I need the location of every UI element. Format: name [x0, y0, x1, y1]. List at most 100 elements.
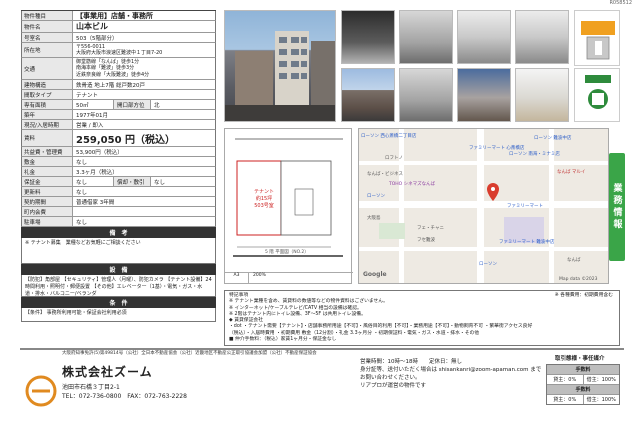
label-common: 共益費・管理費: [22, 147, 73, 156]
fee-row2-tenant: 借主：100%: [586, 397, 616, 403]
label-type: 物件種目: [22, 11, 73, 20]
value-common: 53,900円（税込）: [76, 149, 123, 156]
value-deposit: なし: [76, 159, 88, 166]
label-key: 礼金: [22, 167, 73, 176]
row-name: 物件名 山本ビル: [21, 21, 216, 33]
hours-block: 営業時間：10時～18時 定休日：無し 身分証等、送付いただく場合は shisa…: [360, 358, 541, 390]
label-room: 号室名: [22, 33, 73, 42]
remarks-right-note: ※ 各種費用：初期費用含む: [554, 293, 613, 298]
value-contract: 普通借家 3年間: [76, 199, 115, 206]
label-transit: 交通: [22, 58, 73, 79]
row-structure: 建物構造 鉄骨造 地上7階 総戸数20戸: [21, 80, 216, 90]
value-transit: 御堂筋線「なんば」徒歩1分 南海本線「難波」徒歩3分 近鉄奈良線「大阪難波」徒歩…: [76, 58, 150, 78]
cond-title: 条 件: [21, 297, 216, 308]
building-photo: [224, 10, 336, 122]
value-town: [73, 207, 215, 216]
value-window: 北: [154, 102, 160, 109]
company-address: 池田市石橋３丁目2-1: [62, 384, 120, 391]
map[interactable]: ローソン 西心斎橋二丁目店 ファミリーマート 心斎橋店 ローソン 難波中店 ロフ…: [358, 128, 609, 284]
map-label-6: ローソン: [367, 194, 385, 199]
value-key: 3.3ヶ月（税込）: [76, 169, 118, 176]
interior-photo: [515, 68, 569, 122]
row-key: 礼金 3.3ヶ月（税込）: [21, 167, 216, 177]
exterior-photo: [457, 68, 511, 122]
label-status: 現況/入居時期: [22, 120, 73, 129]
label-built: 築年: [22, 110, 73, 119]
row-type: 物件種目 【事業用】店舗・事務所: [21, 11, 216, 21]
value-name: 山本ビル: [76, 22, 108, 31]
hall-photo: [399, 68, 453, 122]
row-contract: 契約期間 普通借家 3年間: [21, 197, 216, 207]
floor-plan: テナント 約15坪 503号室 5 階 平面図（NO.2） A3 200%: [224, 128, 353, 284]
corridor-photo: [399, 10, 453, 64]
fee-row-1: 貸主：0% 借主：100%: [547, 375, 619, 385]
plan-tenant-label: テナント: [253, 189, 274, 195]
row-common: 共益費・管理費 53,900円（税込）: [21, 147, 216, 157]
row-address: 所在地 〒556-0011 大阪府大阪市浪速区難波中１丁目7-20: [21, 43, 216, 58]
entrance-photo: [341, 10, 395, 64]
plan-scale-percent: 200%: [253, 273, 266, 278]
value-parking: なし: [76, 219, 88, 226]
row-rent: 賃料 259,050 円（税込）: [21, 130, 216, 147]
row-town: 町内会費: [21, 207, 216, 217]
label-kickback: 償却・敷引: [113, 177, 151, 186]
company-logo-icon: [22, 372, 60, 410]
label-parking: 駐車場: [22, 217, 73, 226]
row-transit: 交通 御堂筋線「なんば」徒歩1分 南海本線「難波」徒歩3分 近鉄奈良線「大阪難波…: [21, 58, 216, 80]
hours-line-1: 営業時間：10時～18時 定休日：無し: [360, 359, 462, 365]
plan-tenant-unit: 503号室: [254, 203, 274, 209]
equip-text: 【防犯】角部屋 【セキュリティ】管理人（月曜）、防犯カメラ 【テナント設備】24…: [21, 275, 216, 297]
map-label-11: ファミリーマート: [507, 204, 543, 209]
row-renewal: 更新料 なし: [21, 187, 216, 197]
map-label-9: フセ難波: [417, 238, 435, 243]
street-photo: [341, 68, 395, 122]
notes-title: 備 考: [21, 227, 216, 238]
row-parking: 駐車場 なし: [21, 217, 216, 227]
value-address: 〒556-0011 大阪府大阪市浪速区難波中１丁目7-20: [76, 44, 163, 56]
map-label-7: 大阪島: [367, 216, 381, 221]
label-area: 専有面積: [22, 100, 73, 109]
map-footer: Map data ©2023: [559, 277, 598, 282]
label-rent: 賃料: [22, 130, 73, 146]
fee-row2-landlord: 貸主：0%: [547, 395, 584, 404]
map-label-8: フェ・チャニ: [417, 226, 444, 231]
hours-line-2: 身分証等、送付いただく場合は shisankanri@zoom-apaman.c…: [360, 367, 542, 373]
label-address: 所在地: [22, 43, 73, 57]
row-room: 号室名 503（5階部分）: [21, 33, 216, 43]
plan-tenant-area: 約15坪: [255, 196, 273, 202]
map-label-5: TOHO シネマズなんば: [389, 182, 436, 187]
row-built: 築年 1977年01月: [21, 110, 216, 120]
company-contact: 池田市石橋３丁目2-1 TEL：072-736-0800 FAX：072-763…: [62, 383, 187, 401]
room-photo-2: [515, 10, 569, 64]
document-id: R058512: [609, 0, 632, 6]
fee-row1-landlord: 貸主：0%: [547, 375, 584, 384]
facility-icon: [574, 68, 620, 122]
fee-header: 手数料: [547, 365, 619, 375]
map-label-15: なんば: [567, 258, 581, 263]
map-label-0: ローソン 西心斎橋二丁目店: [361, 134, 417, 139]
label-structure: 建物構造: [22, 80, 73, 89]
label-town: 町内会費: [22, 207, 73, 216]
footer-license: 大阪府知事免許(5)第49814号（公社）全日本不動産協会（公社）近畿地区不動産…: [62, 351, 317, 356]
row-deposit: 敷金 なし: [21, 157, 216, 167]
value-structure: 鉄骨造 地上7階 総戸数20戸: [76, 82, 145, 89]
property-table: 物件種目 【事業用】店舗・事務所 物件名 山本ビル 号室名 503（5階部分） …: [21, 10, 216, 322]
fee-sub: 手数料: [547, 385, 619, 395]
pet-icon: [574, 10, 620, 66]
fee-title: 取引態様・事任媒介: [555, 356, 605, 362]
map-label-10: ローソン 南海・ミナミ店: [509, 152, 560, 157]
value-layout: テナント: [76, 92, 99, 99]
map-label-14: Google: [363, 271, 387, 278]
value-renewal: なし: [76, 189, 88, 196]
side-tab[interactable]: 業務情報: [609, 153, 625, 261]
cond-text: 【条件】 事務所利用可能・保証会社利用必須: [21, 308, 216, 322]
value-status: 営業 / 即入: [76, 122, 104, 129]
company-name: 株式会社ズーム: [62, 365, 153, 379]
label-deposit: 敷金: [22, 157, 73, 166]
label-layout: 間取タイプ: [22, 90, 73, 99]
row-area: 専有面積 50㎡ 開口部方位 北: [21, 100, 216, 110]
value-type: 【事業用】店舗・事務所: [76, 11, 153, 20]
value-room: 503（5階部分）: [76, 35, 118, 42]
row-layout: 間取タイプ テナント: [21, 90, 216, 100]
hours-line-3: お問い合わせください。: [360, 375, 421, 381]
